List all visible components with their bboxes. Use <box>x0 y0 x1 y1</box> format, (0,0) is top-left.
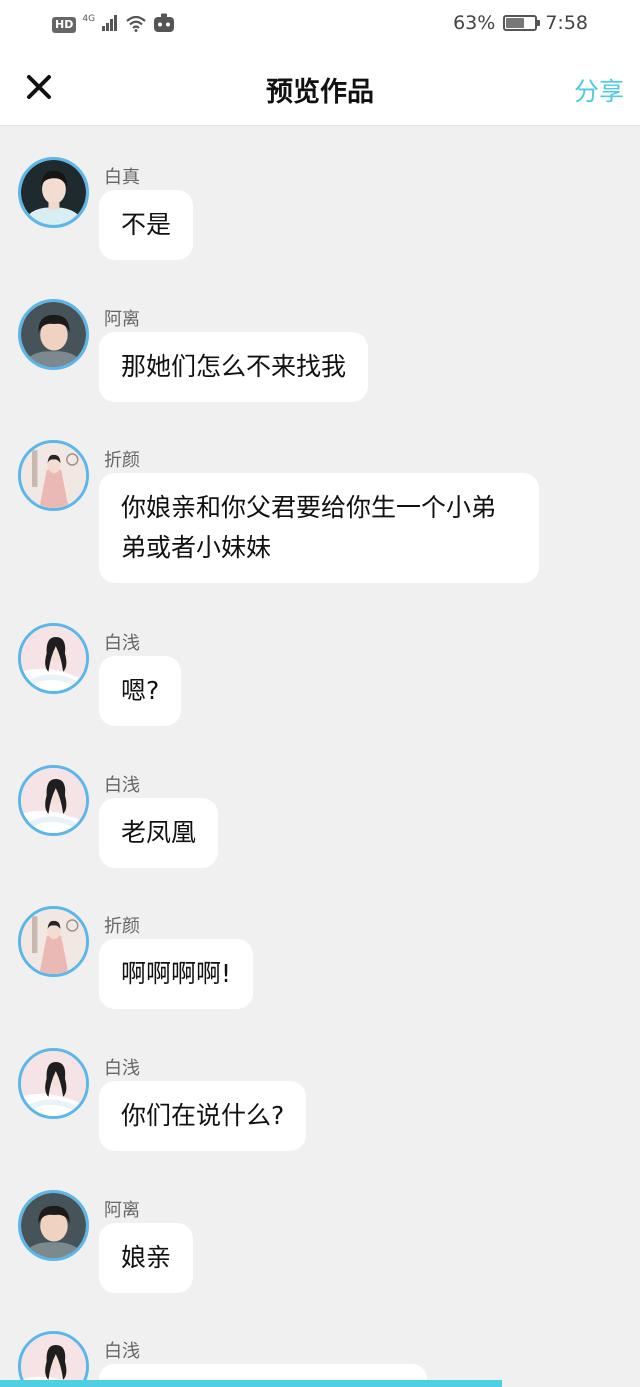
battery-fill <box>506 18 524 28</box>
sender-name: 白浅 <box>104 775 140 796</box>
battery-icon <box>503 15 541 31</box>
sender-name: 折颜 <box>104 450 140 471</box>
bottom-progress-bar <box>0 1380 502 1387</box>
avatar[interactable] <box>18 1331 89 1383</box>
message-bubble[interactable]: 啊啊啊啊! <box>99 939 254 1009</box>
sender-name: 白浅 <box>104 633 140 654</box>
sender-name: 折颜 <box>104 916 140 937</box>
status-bar: HD 4G 63% 7:58 <box>0 0 640 52</box>
page-title: 预览作品 <box>266 77 374 108</box>
signal-icon <box>101 14 119 36</box>
avatar[interactable] <box>18 157 89 228</box>
message-bubble[interactable]: 娘亲 <box>99 1223 194 1293</box>
status-icons-right: 63% 7:58 <box>453 12 588 34</box>
sender-name: 阿离 <box>104 309 140 330</box>
avatar[interactable] <box>18 765 89 836</box>
message-bubble[interactable]: 嗯? <box>99 656 182 726</box>
avatar[interactable] <box>18 440 89 511</box>
battery-percent: 63% <box>453 12 496 34</box>
wifi-icon <box>125 14 147 36</box>
avatar[interactable] <box>18 1048 89 1119</box>
sender-name: 白真 <box>104 167 140 188</box>
chat-preview[interactable]: 白真 不是 阿离 那她们怎么不来找我 折颜 你娘亲和你父君要给你生一个小弟弟或者小妹妹 白浅… <box>0 127 640 1383</box>
message-bubble[interactable]: 那她们怎么不来找我 <box>99 332 369 402</box>
avatar[interactable] <box>18 623 89 694</box>
message-bubble[interactable]: 你娘亲和你父君要给你生一个小弟弟或者小妹妹 <box>99 473 539 583</box>
avatar[interactable] <box>18 1190 89 1261</box>
game-controller-icon <box>153 13 175 37</box>
message-bubble[interactable]: 老凤凰 <box>99 798 219 868</box>
top-app-bar: 预览作品 分享 <box>0 52 640 126</box>
clock: 7:58 <box>545 12 588 34</box>
message-bubble[interactable]: 不是 <box>99 190 194 260</box>
message-bubble[interactable]: 你们在说什么? <box>99 1081 307 1151</box>
avatar[interactable] <box>18 299 89 370</box>
network-label: 4G <box>82 14 96 24</box>
sender-name: 阿离 <box>104 1200 140 1221</box>
hd-badge: HD <box>52 17 77 33</box>
status-icons-left: HD 4G <box>52 13 175 37</box>
sender-name: 白浅 <box>104 1058 140 1079</box>
avatar[interactable] <box>18 906 89 977</box>
share-button[interactable]: 分享 <box>574 72 624 108</box>
sender-name: 白浅 <box>104 1341 140 1362</box>
